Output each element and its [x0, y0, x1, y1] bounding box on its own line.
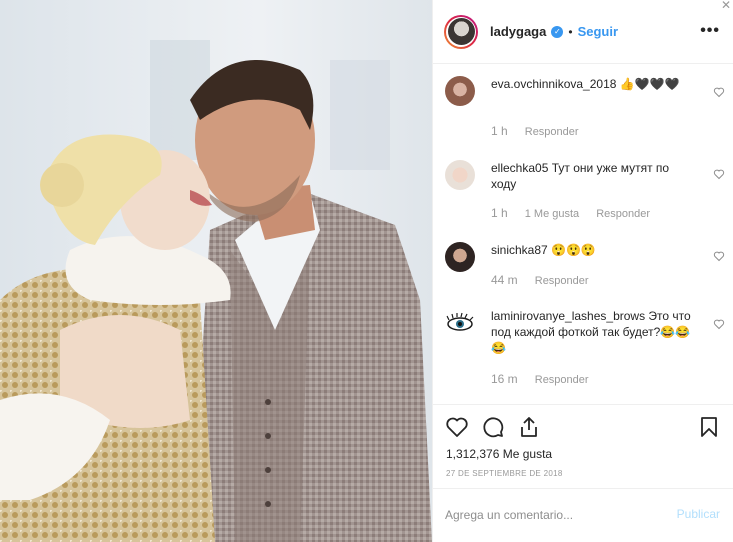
eye-lashes-icon — [446, 312, 474, 331]
share-icon[interactable] — [517, 415, 541, 439]
post-username[interactable]: ladygaga — [490, 24, 546, 39]
comment-meta: 44 m Responder — [491, 273, 603, 287]
comment-input[interactable] — [445, 505, 655, 525]
post-date[interactable]: 27 DE SEPTIEMBRE DE 2018 — [446, 469, 563, 478]
reply-button[interactable]: Responder — [525, 126, 579, 138]
comment-composer: Publicar — [433, 488, 733, 542]
avatar — [447, 18, 475, 45]
comment-meta: 16 m Responder — [491, 372, 603, 386]
like-comment-icon[interactable] — [713, 86, 725, 98]
comment-icon[interactable] — [481, 415, 505, 439]
avatar[interactable] — [445, 160, 475, 190]
bookmark-icon[interactable] — [697, 415, 721, 439]
comment-likes[interactable]: 1 Me gusta — [525, 208, 579, 220]
follow-button[interactable]: Seguir — [578, 24, 618, 39]
avatar[interactable] — [445, 308, 475, 338]
comment-meta: 1 h 1 Me gusta Responder — [491, 206, 664, 220]
post-image — [0, 0, 432, 542]
reply-button[interactable]: Responder — [535, 374, 589, 386]
comment-time[interactable]: 44 m — [491, 273, 518, 287]
reply-button[interactable]: Responder — [535, 275, 589, 287]
post-sidebar: ✕ ladygaga ✓ • Seguir ••• eva.ovchinniko… — [432, 0, 733, 542]
post-photo[interactable] — [0, 0, 432, 542]
separator-dot: • — [568, 24, 573, 39]
comment-time[interactable]: 1 h — [491, 206, 508, 220]
post-header: ladygaga ✓ • Seguir ••• — [433, 0, 733, 64]
publish-button[interactable]: Publicar — [677, 507, 720, 521]
comment-text: 😲😲😲 — [551, 243, 596, 257]
comments-list[interactable]: eva.ovchinnikova_2018 👍🖤🖤🖤 1 h Responder… — [433, 64, 733, 404]
reply-button[interactable]: Responder — [596, 208, 650, 220]
like-comment-icon[interactable] — [713, 168, 725, 180]
like-comment-icon[interactable] — [713, 318, 725, 330]
post-actions: 1,312,376 Me gusta 27 DE SEPTIEMBRE DE 2… — [433, 404, 733, 497]
like-comment-icon[interactable] — [713, 250, 725, 262]
likes-count[interactable]: 1,312,376 Me gusta — [446, 447, 552, 461]
avatar[interactable] — [445, 242, 475, 272]
verified-badge-icon: ✓ — [551, 25, 564, 38]
comment-text: 👍🖤🖤🖤 — [619, 77, 680, 91]
comment-time[interactable]: 1 h — [491, 124, 508, 138]
heart-icon[interactable] — [445, 415, 469, 439]
comment-username[interactable]: laminirovanye_lashes_brows — [491, 309, 645, 323]
comment-time[interactable]: 16 m — [491, 372, 518, 386]
ellipsis-icon[interactable]: ••• — [700, 22, 720, 40]
comment-username[interactable]: sinichka87 — [491, 243, 548, 257]
comment-username[interactable]: ellechka05 — [491, 161, 548, 175]
story-ring[interactable] — [444, 14, 478, 49]
avatar[interactable] — [445, 76, 475, 106]
comment-meta: 1 h Responder — [491, 124, 593, 138]
comment-username[interactable]: eva.ovchinnikova_2018 — [491, 77, 616, 91]
